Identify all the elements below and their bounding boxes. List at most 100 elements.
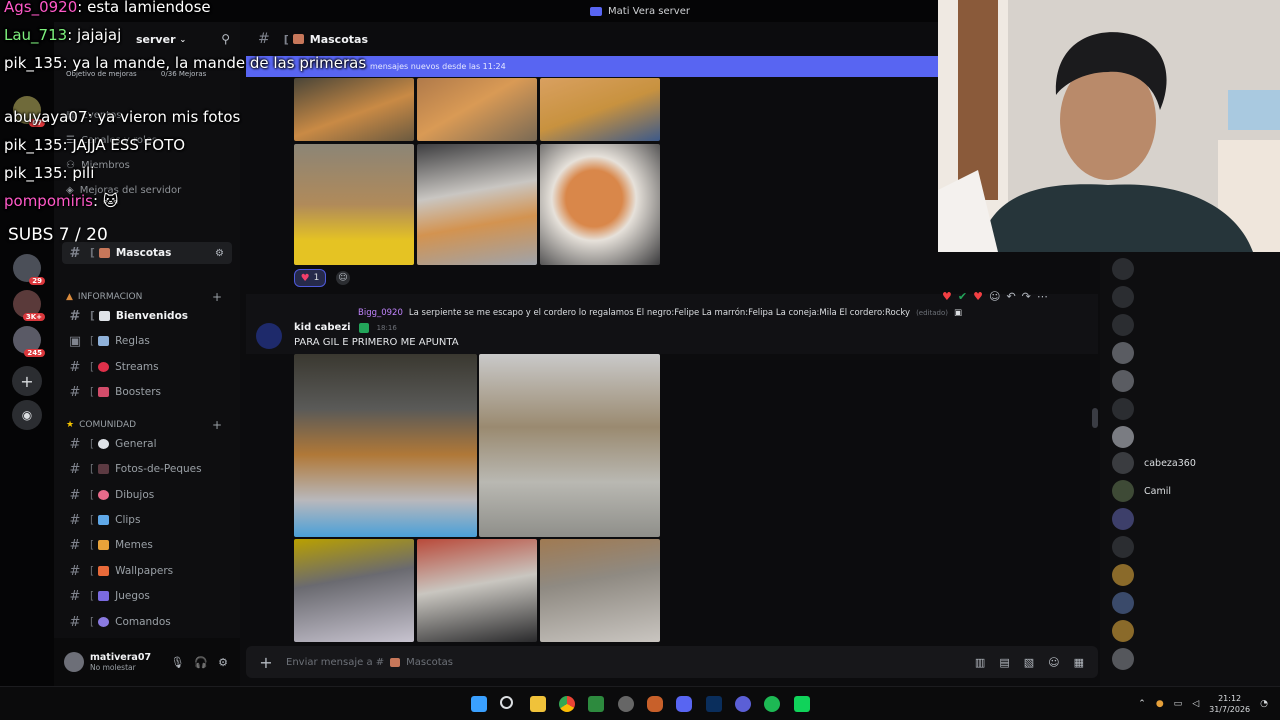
network-icon[interactable]: ▭ bbox=[1174, 699, 1183, 709]
attachment-image[interactable] bbox=[294, 144, 414, 265]
attachment-image[interactable] bbox=[540, 539, 660, 642]
server-avatar[interactable]: 29 bbox=[13, 254, 45, 285]
member-item[interactable] bbox=[1112, 370, 1134, 392]
reaction-heart[interactable]: ♥ 1 bbox=[294, 269, 326, 287]
photoshop-icon[interactable] bbox=[706, 696, 722, 712]
chrome-icon[interactable] bbox=[559, 696, 575, 712]
attachment-image[interactable] bbox=[294, 539, 414, 642]
attach-plus-icon[interactable]: + bbox=[246, 653, 286, 672]
attachment-image[interactable] bbox=[294, 354, 477, 537]
scrollbar[interactable] bbox=[1092, 408, 1098, 428]
attachment-image[interactable] bbox=[479, 354, 660, 537]
microphone-icon[interactable]: 🎙 bbox=[170, 656, 184, 669]
message-composer[interactable]: + Enviar mensaje a # Mascotas ▥ ▤ ▧ ☺ ▦ bbox=[246, 646, 1098, 678]
server-avatar[interactable]: 67 bbox=[13, 96, 45, 127]
gif-icon[interactable]: ▤ bbox=[999, 656, 1009, 669]
gift-icon[interactable]: ▥ bbox=[975, 656, 985, 669]
forward-icon[interactable]: ↷ bbox=[1022, 290, 1031, 303]
apps-icon[interactable]: ▦ bbox=[1074, 656, 1084, 669]
brave-icon[interactable] bbox=[647, 696, 663, 712]
member-item[interactable]: cabeza360 bbox=[1112, 452, 1196, 474]
discord-icon[interactable] bbox=[676, 696, 692, 712]
server-header[interactable]: server ⌄ ⚲ bbox=[54, 22, 240, 56]
heart-icon[interactable]: ♥ bbox=[942, 290, 952, 303]
invite-icon[interactable]: ⚲ bbox=[221, 32, 230, 46]
add-channel-icon[interactable]: + bbox=[212, 418, 222, 432]
message-author[interactable]: kid cabezi bbox=[294, 322, 351, 333]
more-icon[interactable]: ⋯ bbox=[1037, 290, 1048, 303]
channel-streams[interactable]: #[Streams bbox=[62, 356, 232, 378]
clock[interactable]: 21:12 31/7/2026 bbox=[1209, 693, 1250, 715]
member-item[interactable] bbox=[1112, 536, 1134, 558]
file-explorer-icon[interactable] bbox=[530, 696, 546, 712]
member-item[interactable] bbox=[1112, 592, 1134, 614]
member-item[interactable] bbox=[1112, 426, 1134, 448]
channel-wallpapers[interactable]: #[Wallpapers bbox=[62, 560, 232, 582]
heart-icon[interactable]: ♥ bbox=[973, 290, 983, 303]
channel-general[interactable]: #[General bbox=[62, 433, 232, 455]
channel-fotos-de-peques[interactable]: #[Fotos-de-Peques bbox=[62, 458, 232, 480]
category-comunidad[interactable]: ★ COMUNIDAD + bbox=[66, 418, 232, 432]
reply-icon[interactable]: ↶ bbox=[1006, 290, 1015, 303]
search-icon[interactable] bbox=[500, 696, 513, 709]
sidebar-item-boosts[interactable]: ◈ Mejoras del servidor bbox=[66, 185, 181, 196]
member-item[interactable] bbox=[1112, 620, 1134, 642]
attachment-image[interactable] bbox=[540, 78, 660, 141]
attachment-image[interactable] bbox=[417, 78, 537, 141]
server-avatar[interactable]: 3K+ bbox=[13, 290, 45, 321]
member-item[interactable] bbox=[1112, 342, 1134, 364]
reply-preview[interactable]: Bigg_0920 La serpiente se me escapo y el… bbox=[358, 308, 962, 318]
member-item[interactable]: Camil bbox=[1112, 480, 1171, 502]
channel-memes[interactable]: #[Memes bbox=[62, 534, 232, 556]
avatar[interactable] bbox=[256, 323, 282, 349]
add-channel-icon[interactable]: + bbox=[212, 290, 222, 304]
check-icon[interactable]: ✔ bbox=[958, 290, 967, 303]
sticker-icon[interactable]: ▧ bbox=[1024, 656, 1034, 669]
member-item[interactable] bbox=[1112, 286, 1134, 308]
avatar[interactable] bbox=[64, 652, 84, 672]
microphone-icon[interactable]: ● bbox=[1156, 699, 1164, 709]
new-messages-bar[interactable]: mensajes nuevos desde las 11:24 bbox=[246, 56, 944, 77]
member-item[interactable] bbox=[1112, 564, 1134, 586]
volume-icon[interactable]: ◁ bbox=[1192, 699, 1199, 709]
channel-mascotas[interactable]: #[ Mascotas ⚙ bbox=[62, 242, 232, 264]
add-reaction-icon[interactable]: ☺ bbox=[989, 290, 1000, 303]
attachment-image[interactable] bbox=[294, 78, 414, 141]
chevron-up-icon[interactable]: ⌃ bbox=[1138, 699, 1146, 709]
emoji-icon[interactable]: ☺ bbox=[1048, 656, 1059, 669]
sidebar-item-events[interactable]: ▦ Eventos bbox=[66, 110, 121, 121]
member-item[interactable] bbox=[1112, 258, 1134, 280]
boost-goal[interactable]: Objetivo de mejoras 0/36 Mejoras bbox=[66, 70, 206, 78]
app-icon[interactable] bbox=[794, 696, 810, 712]
add-server-icon[interactable]: + bbox=[12, 366, 42, 396]
channel-clips[interactable]: #[Clips bbox=[62, 509, 232, 531]
add-reaction-icon[interactable]: ☺ bbox=[336, 271, 350, 285]
channel-juegos[interactable]: #[Juegos bbox=[62, 585, 232, 607]
channel-comandos[interactable]: #[Comandos bbox=[62, 611, 232, 633]
explore-icon[interactable]: ◉ bbox=[12, 400, 42, 430]
windows-start-icon[interactable] bbox=[471, 696, 487, 712]
app-icon[interactable] bbox=[618, 696, 634, 712]
attachment-image[interactable] bbox=[417, 144, 537, 265]
attachment-image[interactable] bbox=[540, 144, 660, 265]
member-item[interactable] bbox=[1112, 314, 1134, 336]
sidebar-item-channels-roles[interactable]: ☰ Canales y roles bbox=[66, 135, 157, 146]
notification-icon[interactable]: ◔ bbox=[1260, 699, 1268, 709]
channel-boosters[interactable]: #[Boosters bbox=[62, 381, 232, 403]
channel-reglas[interactable]: ▣[Reglas bbox=[62, 330, 232, 352]
gear-icon[interactable]: ⚙ bbox=[218, 656, 228, 669]
channel-dibujos[interactable]: #[Dibujos bbox=[62, 484, 232, 506]
headphones-icon[interactable]: 🎧 bbox=[194, 656, 208, 669]
channel-bienvenidos[interactable]: #[Bienvenidos bbox=[62, 305, 232, 327]
category-informacion[interactable]: ▲ INFORMACION + bbox=[66, 290, 232, 304]
member-item[interactable] bbox=[1112, 398, 1134, 420]
excel-icon[interactable] bbox=[588, 696, 604, 712]
settings-icon[interactable]: ⚙ bbox=[215, 248, 224, 259]
sidebar-item-members[interactable]: ⚇ Miembros bbox=[66, 160, 130, 171]
attachment-image[interactable] bbox=[417, 539, 537, 642]
app-icon[interactable] bbox=[735, 696, 751, 712]
server-avatar[interactable]: 245 bbox=[13, 326, 45, 357]
member-item[interactable] bbox=[1112, 648, 1134, 670]
member-item[interactable] bbox=[1112, 508, 1134, 530]
spotify-icon[interactable] bbox=[764, 696, 780, 712]
